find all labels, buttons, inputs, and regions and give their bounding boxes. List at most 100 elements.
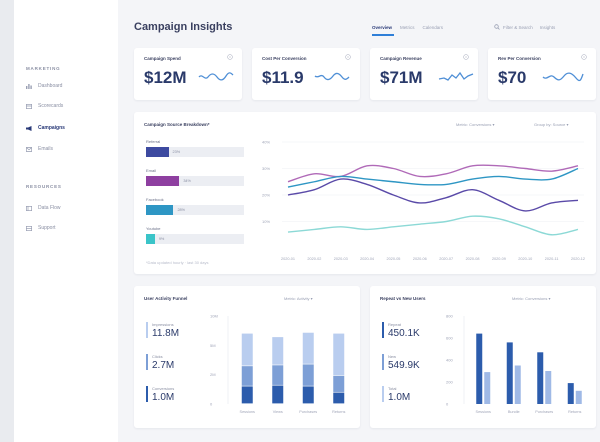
bar-segment [272,337,284,365]
sidebar-item-emails[interactable]: Emails [26,146,53,152]
source-bar-track: 28% [146,205,244,215]
source-trend-line-chart: 40% 30% 20% 10% 2020-01 2020-02 2020-03 2020-04… [262,140,585,262]
kpi-card-rev-per-conversion[interactable]: Rev Per Conversion $70 [488,48,596,100]
x-tick-label: 2020-11 [545,257,559,261]
x-tick-label: 2020-09 [492,257,506,261]
bar-segment [272,365,284,385]
kpi-card-cost-per-conversion[interactable]: Cost Per Conversion $11.9 [252,48,360,100]
tab-metrics[interactable]: Metrics [400,25,415,30]
sidebar-item-support[interactable]: Support [26,225,56,231]
legend-label: Repeat [388,322,401,327]
source-percent: 23% [172,150,181,154]
more-icon[interactable] [463,54,469,60]
y-tick-label: 5M [210,343,216,348]
source-percent: 34% [183,179,191,183]
legend-marker [382,354,384,370]
email-icon [26,146,32,152]
x-tick-label: Returns [568,410,581,414]
kpi-card-campaign-spend[interactable]: Campaign Spend $12M [134,48,242,100]
kpi-title: Campaign Spend [144,56,181,61]
x-tick-label: 2020-06 [413,257,427,261]
legend-label: Conversions [152,386,175,391]
sidebar-item-campaigns[interactable]: Campaigns [26,125,65,131]
more-icon[interactable] [345,54,351,60]
sidebar-item-label: Support [38,225,56,231]
active-tab-indicator [372,34,394,36]
sidebar-section-title: RESOURCES [26,184,62,189]
source-bar-fill [146,234,155,244]
search-suffix: Insights [539,25,556,30]
legend-value: 11.8M [152,328,180,339]
source-label: Facebook [146,197,164,202]
chart-icon [26,83,32,89]
source-bar-track: 9% [146,234,244,244]
sparkline-icon [314,72,350,81]
page-title: Campaign Insights [134,21,233,33]
legend-value: 549.9K [388,360,420,371]
x-tick-label: Purchases [535,410,553,414]
repeat-vs-new-users-card: Repeat vs New Users Metric: Conversions … [370,286,596,428]
metric-dropdown[interactable]: Metric: Activity ▾ [284,296,313,301]
sidebar: MARKETING Dashboard Scorecards Campaigns… [14,0,118,442]
y-tick-label: 0 [446,402,449,407]
legend-label: Total [388,386,397,391]
source-bar-fill [146,147,169,157]
x-tick-label: 2020-03 [334,257,348,261]
sidebar-item-dataflow[interactable]: Data Flow [26,205,61,211]
x-tick-label: 2020-08 [466,257,480,261]
sidebar-section-title: MARKETING [26,66,61,71]
series-line-3 [287,215,579,236]
group-by-dropdown[interactable]: Group by: Source ▾ [534,122,568,127]
legend-marker [146,386,148,402]
more-icon[interactable] [227,54,233,60]
sidebar-item-scorecards[interactable]: Scorecards [26,103,63,109]
y-tick-label: 600 [446,336,453,341]
y-tick-label: 10M [210,314,218,319]
funnel-stacked-bar-chart: 10M 5M 2M 0 Sessions Views Purchases Returns [210,314,345,415]
metric-dropdown[interactable]: Metric: Conversions ▾ [512,296,550,301]
x-tick-label: 2020-07 [439,257,453,261]
kpi-value: $71M [380,68,423,87]
bar-new [545,371,552,404]
x-tick-label: 2020-05 [386,257,400,261]
search-icon [494,24,500,31]
y-tick-label: 10% [262,219,270,224]
bar-new [575,390,582,404]
x-tick-label: Purchases [299,410,317,414]
x-tick-label: 2020-02 [307,257,321,261]
x-tick-label: Bundle [508,410,520,414]
y-tick-label: 400 [446,358,453,363]
legend-marker [146,354,148,370]
bar-segment [302,332,314,364]
legend-value: 1.0M [388,392,411,403]
x-tick-label: Views [273,410,283,414]
sidebar-item-dashboard[interactable]: Dashboard [26,83,62,89]
main-content: Campaign Insights Overview Metrics Calen… [118,0,600,442]
x-tick-label: 2020-04 [360,257,374,261]
kpi-card-campaign-revenue[interactable]: Campaign Revenue $71M [370,48,478,100]
card-title: Campaign Source Breakdown* [144,122,210,127]
legend-label: Clicks [152,354,163,359]
app-window: MARKETING Dashboard Scorecards Campaigns… [14,0,600,442]
more-icon[interactable] [581,54,587,60]
kpi-value: $11.9 [262,68,304,87]
sidebar-item-label: Scorecards [38,103,64,109]
bar-repeat [506,342,513,404]
x-tick-label: Returns [332,410,345,414]
search-input[interactable]: Filter & Search Insights [494,24,555,31]
legend-marker [146,322,148,338]
bar-segment [241,366,253,386]
bar-new [514,365,521,404]
bar-segment [333,392,345,404]
repeat-grouped-bar-chart: 800 600 400 200 0 Sessions Bundle Purchases Retu… [446,314,582,414]
footnote: *Data updated hourly · last 30 days [146,260,209,265]
bar-segment [241,333,253,366]
bar-segment [272,385,284,404]
y-tick-label: 30% [262,166,270,171]
kpi-value: $12M [144,68,187,87]
tab-calendars[interactable]: Calendars [423,25,444,30]
campaign-source-breakdown-card: Campaign Source Breakdown* Metric: Conve… [134,112,596,274]
tab-overview[interactable]: Overview [372,25,392,30]
legend-value: 2.7M [152,360,175,371]
metric-dropdown[interactable]: Metric: Conversions ▾ [456,122,494,127]
